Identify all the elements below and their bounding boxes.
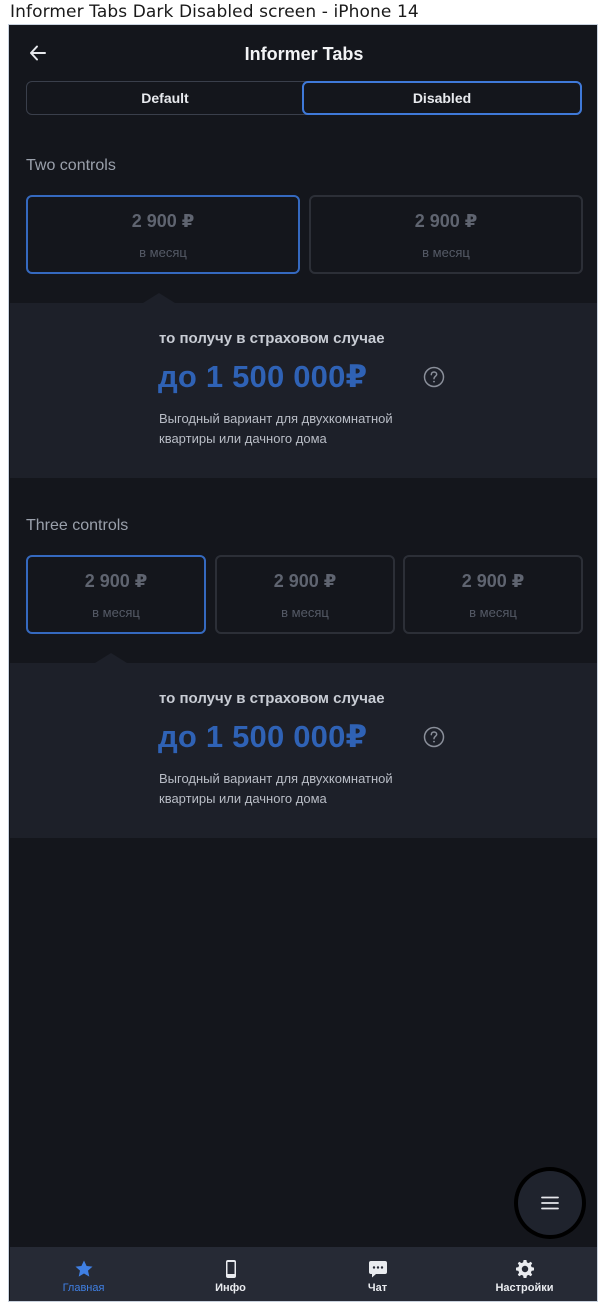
phone-icon: [225, 1260, 236, 1278]
tabbar-label: Инфо: [215, 1282, 246, 1294]
tabbar-item-info[interactable]: Инфо: [157, 1247, 304, 1301]
menu-fab-button[interactable]: [518, 1171, 582, 1235]
tab-period: в месяц: [281, 605, 329, 620]
price-tab[interactable]: 2 900 ₽ в месяц: [215, 555, 395, 634]
page-title: Informer Tabs: [244, 44, 364, 64]
informer-pointer: [143, 293, 175, 303]
tab-period: в месяц: [92, 605, 140, 620]
bottom-tab-bar: Главная Инфо Чат Настройки: [10, 1247, 597, 1301]
price-tab[interactable]: 2 900 ₽ в месяц: [309, 195, 583, 274]
description-line: Выгодный вариант для двухкомнатной: [159, 771, 393, 786]
window-caption: Informer Tabs Dark Disabled screen - iPh…: [10, 2, 419, 22]
informer-description: Выгодный вариант для двухкомнатной кварт…: [159, 769, 449, 809]
informer-subtitle: то получу в страховом случае: [159, 330, 385, 347]
tab-price: 2 900 ₽: [461, 571, 525, 591]
tabbar-label: Чат: [367, 1282, 388, 1294]
price-tab[interactable]: 2 900 ₽ в месяц: [26, 195, 300, 274]
phone-screen: Informer Tabs Default Disabled Two contr…: [8, 24, 598, 1302]
informer-pointer: [95, 653, 127, 663]
informer-panel: то получу в страховом случае до 1 500 00…: [10, 653, 597, 838]
price-tab[interactable]: 2 900 ₽ в месяц: [403, 555, 583, 634]
tab-price: 2 900 ₽: [273, 571, 337, 591]
segmented-control: Default Disabled: [26, 81, 582, 115]
segment-default[interactable]: Default: [27, 82, 303, 114]
informer-subtitle: то получу в страховом случае: [159, 690, 385, 707]
segment-disabled[interactable]: Disabled: [302, 81, 582, 115]
chat-icon: [368, 1261, 387, 1278]
informer-description: Выгодный вариант для двухкомнатной кварт…: [159, 409, 449, 449]
tabbar-label: Главная: [62, 1282, 105, 1294]
question-circle-icon[interactable]: [423, 726, 445, 748]
informer-amount: до 1 500 000₽: [158, 719, 368, 754]
tab-price: 2 900 ₽: [84, 571, 148, 591]
tab-period: в месяц: [139, 245, 187, 260]
description-line: квартиры или дачного дома: [159, 431, 327, 446]
tabbar-item-chat[interactable]: Чат: [304, 1247, 451, 1301]
tabbar-label: Настройки: [495, 1282, 554, 1294]
tab-period: в месяц: [422, 245, 470, 260]
description-line: Выгодный вариант для двухкомнатной: [159, 411, 393, 426]
informer-panel: то получу в страховом случае до 1 500 00…: [10, 293, 597, 478]
star-icon: [75, 1260, 92, 1277]
menu-icon: [541, 1196, 559, 1210]
tab-price: 2 900 ₽: [131, 211, 195, 231]
tabbar-item-home[interactable]: Главная: [10, 1247, 157, 1301]
informer-amount: до 1 500 000₽: [158, 359, 368, 394]
question-circle-icon[interactable]: [423, 366, 445, 388]
header: Informer Tabs: [10, 25, 597, 81]
price-tab[interactable]: 2 900 ₽ в месяц: [26, 555, 206, 634]
tabbar-item-settings[interactable]: Настройки: [451, 1247, 597, 1301]
tab-period: в месяц: [469, 605, 517, 620]
description-line: квартиры или дачного дома: [159, 791, 327, 806]
tab-price: 2 900 ₽: [414, 211, 478, 231]
section-title-three-controls: Three controls: [26, 517, 129, 534]
gear-icon: [515, 1260, 534, 1278]
section-title-two-controls: Two controls: [26, 157, 116, 174]
